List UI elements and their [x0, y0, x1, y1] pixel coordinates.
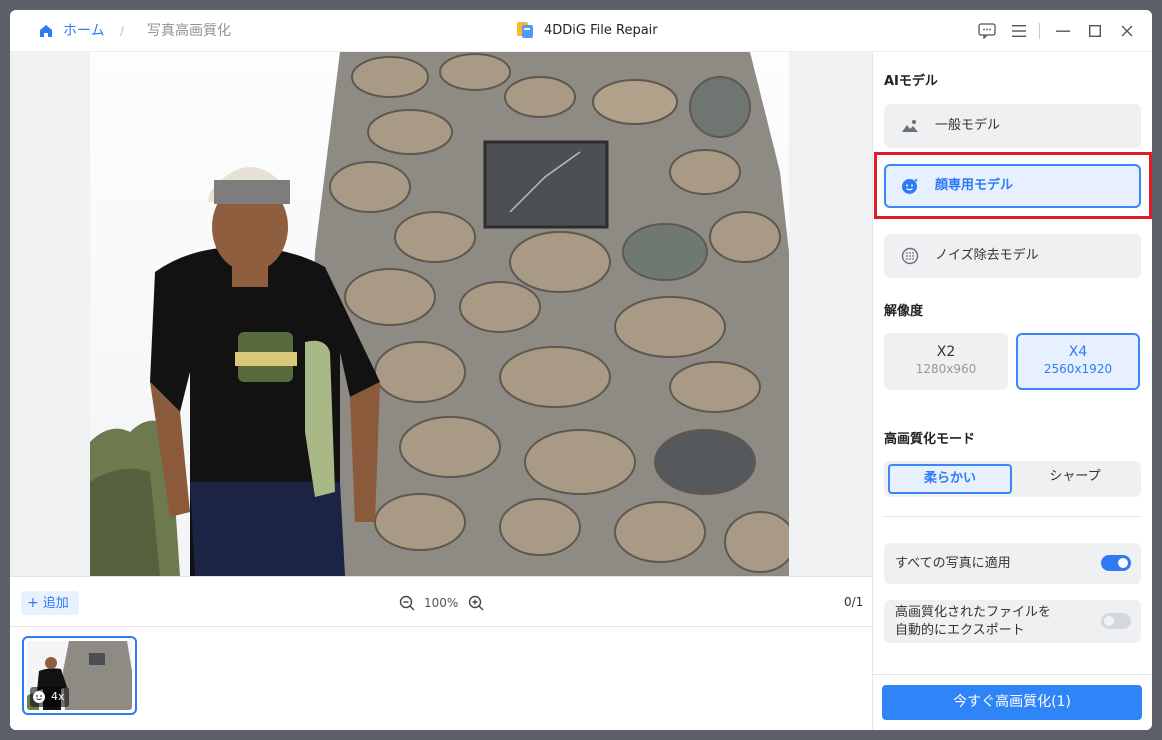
face-icon	[33, 691, 45, 703]
thumbnail-scale: 4x	[51, 690, 65, 703]
app-window: ホーム / 写真高画質化 4DDiG File Repair + 追加 100%…	[10, 10, 1152, 730]
title-bar: ホーム / 写真高画質化 4DDiG File Repair	[10, 10, 1152, 52]
resolution-x2[interactable]: X2 1280x960	[884, 333, 1008, 390]
breadcrumb-separator: /	[120, 24, 125, 38]
apply-all-row: すべての写真に適用	[884, 543, 1141, 584]
zoom-in-icon[interactable]	[468, 595, 484, 611]
mode-toggle: 柔らかい シャープ	[884, 461, 1141, 497]
noise-icon	[901, 247, 919, 265]
menu-icon	[1012, 25, 1026, 37]
maximize-icon	[1089, 25, 1101, 37]
auto-export-label-line2: 自動的にエクスポート	[895, 623, 1025, 638]
titlebar-divider	[1039, 23, 1040, 39]
maximize-button[interactable]	[1085, 21, 1105, 41]
thumbnail-image: 4x	[27, 641, 132, 710]
chat-icon	[978, 23, 996, 39]
enhance-now-button[interactable]: 今すぐ高画質化(1)	[882, 685, 1142, 720]
thumbnail-item[interactable]: 4x	[22, 636, 137, 715]
auto-export-row: 高画質化されたファイルを 自動的にエクスポート	[884, 600, 1141, 643]
breadcrumb-current: 写真高画質化	[147, 23, 231, 39]
app-title: 4DDiG File Repair	[544, 23, 658, 38]
model-general-label: 一般モデル	[935, 118, 1001, 133]
add-button-label: 追加	[42, 596, 69, 611]
resolution-x2-label: X2	[936, 344, 956, 360]
apply-all-toggle[interactable]	[1101, 555, 1131, 571]
app-logo-icon	[517, 22, 533, 38]
resolution-x4-size: 2560x1920	[1043, 362, 1113, 376]
resolution-x4[interactable]: X4 2560x1920	[1016, 333, 1140, 390]
model-face-label: 顔専用モデル	[935, 178, 1014, 193]
apply-all-label: すべての写真に適用	[895, 556, 1011, 571]
auto-export-toggle[interactable]	[1101, 613, 1131, 629]
model-noise[interactable]: ノイズ除去モデル	[884, 234, 1141, 278]
mode-title: 高画質化モード	[884, 432, 976, 447]
toggle-knob	[1104, 616, 1114, 626]
toggle-knob	[1118, 558, 1128, 568]
breadcrumb-home[interactable]: ホーム	[63, 23, 105, 39]
add-button[interactable]: + 追加	[21, 591, 79, 615]
mode-sharp[interactable]: シャープ	[1013, 464, 1137, 494]
minimize-icon	[1056, 30, 1070, 32]
zoom-level: 100%	[424, 596, 459, 610]
menu-button[interactable]	[1009, 21, 1029, 41]
footer-divider	[873, 674, 1152, 675]
preview-photo	[90, 52, 789, 576]
ai-model-title: AIモデル	[884, 74, 938, 89]
image-toolbar: + 追加 100% 0/1	[10, 576, 872, 627]
close-button[interactable]	[1117, 21, 1137, 41]
model-general[interactable]: 一般モデル	[884, 104, 1141, 148]
feedback-button[interactable]	[977, 21, 997, 41]
close-icon	[1121, 25, 1133, 37]
mode-soft[interactable]: 柔らかい	[888, 464, 1012, 494]
image-icon	[902, 120, 918, 132]
resolution-title: 解像度	[884, 304, 924, 319]
settings-panel: AIモデル 一般モデル 顔専用モデル ノイズ除去モデル 解像度 X2 1280x…	[872, 52, 1152, 730]
thumbnail-badge: 4x	[30, 687, 69, 707]
zoom-out-icon[interactable]	[399, 595, 415, 611]
minimize-button[interactable]	[1053, 21, 1073, 41]
page-counter: 0/1	[844, 595, 864, 609]
model-noise-label: ノイズ除去モデル	[935, 248, 1039, 263]
auto-export-label-line1: 高画質化されたファイルを	[895, 605, 1052, 620]
home-icon[interactable]	[38, 23, 54, 39]
model-face[interactable]: 顔専用モデル	[884, 164, 1141, 208]
resolution-x4-label: X4	[1068, 344, 1088, 360]
face-icon	[902, 178, 919, 194]
image-preview-area	[10, 52, 872, 576]
panel-divider	[884, 516, 1141, 517]
resolution-x2-size: 1280x960	[915, 362, 977, 376]
plus-icon: +	[27, 595, 39, 611]
thumbnail-strip: 4x	[10, 628, 872, 730]
